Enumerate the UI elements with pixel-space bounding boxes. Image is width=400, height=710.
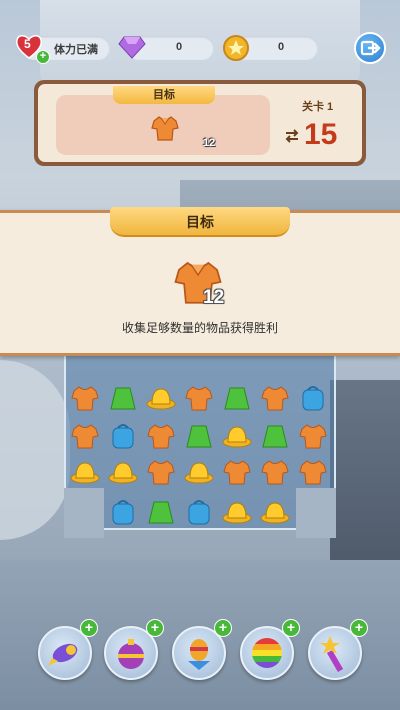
yellow-hat-piece[interactable] [222,422,252,450]
bomb-icon [118,639,144,669]
green-skirt-piece[interactable] [108,384,138,412]
orange-shirt-piece[interactable] [298,422,328,450]
board-notch-left [64,488,104,538]
board-notch-right [296,488,336,538]
goal-description: 收集足够数量的物品获得胜利 [121,321,278,335]
lives-count: 5 [24,37,31,51]
blue-bag-piece[interactable] [184,498,214,526]
orange-shirt-piece[interactable] [222,458,252,486]
target-banner: 目标 12 关卡 1 15 [34,80,366,166]
orange-shirt-piece[interactable] [298,458,328,486]
coin-count: 0 [278,41,285,53]
add-bomb-icon[interactable]: + [146,619,164,637]
orange-shirt-piece[interactable] [146,458,176,486]
moves-left: 15 [304,118,338,151]
goal-modal[interactable]: 目标 12 收集足够数量的物品获得胜利 [0,207,400,356]
blue-bag-piece[interactable] [298,384,328,412]
level-label: 关卡 1 [302,101,334,113]
yellow-hat-piece[interactable] [184,458,214,486]
green-skirt-piece[interactable] [260,422,290,450]
add-rocket-icon[interactable]: + [80,619,98,637]
rainbow-ball-icon [252,638,282,668]
swap-icon [285,129,299,143]
orange-shirt-piece[interactable] [184,384,214,412]
green-skirt-piece[interactable] [184,422,214,450]
blue-bag-piece[interactable] [108,498,138,526]
orange-shirt-piece[interactable] [70,422,100,450]
exit-icon [360,40,381,56]
add-lives-icon[interactable]: + [36,50,50,64]
yellow-hat-piece[interactable] [108,458,138,486]
add-magic-wand-icon[interactable]: + [350,619,368,637]
orange-shirt-piece[interactable] [146,422,176,450]
background-shelf [0,360,70,540]
green-skirt-piece[interactable] [146,498,176,526]
orange-shirt-piece[interactable] [260,384,290,412]
yellow-hat-piece[interactable] [260,498,290,526]
add-spinning-top-icon[interactable]: + [214,619,232,637]
yellow-hat-piece[interactable] [222,498,252,526]
yellow-hat-piece[interactable] [146,384,176,412]
target-tab: 目标 [113,86,215,104]
green-skirt-piece[interactable] [222,384,252,412]
orange-shirt-icon [151,116,179,141]
life-status-text: 体力已满 [54,44,98,56]
add-rainbow-ball-icon[interactable]: + [282,619,300,637]
rocket-icon [48,643,78,666]
spinning-top-icon [188,639,210,670]
gem-count: 0 [176,41,183,53]
blue-bag-piece[interactable] [108,422,138,450]
background-dark-area [330,380,400,580]
goal-modal-title: 目标 [110,207,290,237]
gem-icon [118,36,146,59]
orange-shirt-piece[interactable] [70,384,100,412]
exit-button[interactable] [354,32,386,64]
goal-item-count: 12 [203,287,225,308]
coin-icon [223,35,249,61]
orange-shirt-piece[interactable] [260,458,290,486]
magic-wand-icon [320,636,344,673]
yellow-hat-piece[interactable] [70,458,100,486]
target-item-count: 12 [203,137,216,149]
